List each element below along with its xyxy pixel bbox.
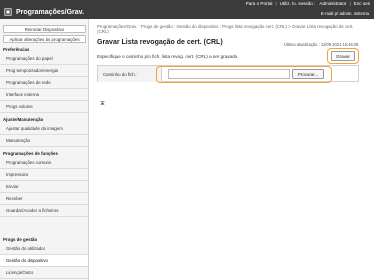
save-button[interactable]: Gravar [331, 51, 355, 61]
top-bar: Para o Portal | Utiliz. lo. sessão : Adm… [0, 0, 374, 19]
top-links: Para o Portal | Utiliz. lo. sessão : Adm… [246, 1, 370, 6]
instruction-text: Especifique o caminho p/o fich. lista re… [97, 54, 239, 59]
last-updated: Última atualização : 12/09 2021 16:46:28 [284, 42, 359, 47]
file-path-label: Caminho do fich. : [98, 66, 162, 82]
sidebar-header-management: Progs de gestão [3, 237, 38, 242]
session-user-label: Utiliz. lo. sessão : [279, 1, 316, 6]
sidebar-item-device-management[interactable]: Gestão do dispositivo [0, 255, 88, 267]
sidebar-item-external-interface[interactable]: Interface externa [0, 89, 88, 101]
back-to-top-icon[interactable] [100, 101, 105, 105]
logout-link[interactable]: Enc ses [354, 1, 370, 6]
app-title: Programações/Grav. [16, 8, 84, 16]
app-brand: Programações/Grav. [4, 8, 84, 16]
sidebar-item-maintenance[interactable]: Manutenção [0, 135, 88, 147]
browse-button[interactable]: Procurar... [292, 69, 324, 79]
file-path-row: Caminho do fich. : Procurar... [97, 65, 359, 83]
portal-link[interactable]: Para o Portal [246, 1, 273, 6]
sidebar-item-receive[interactable]: Receber [0, 193, 88, 205]
user-name: Administrator [319, 1, 347, 6]
page-title: Gravar Lista revogação de cert. (CRL) [97, 39, 223, 46]
separator: | [349, 1, 351, 6]
sidebar-item-user-management[interactable]: Gestão do utilizador [0, 243, 88, 255]
sidebar-header-function-settings: Programações de funções [3, 151, 58, 156]
apply-changes-button[interactable]: Aplicar alterações às programações [3, 35, 86, 43]
main-content: Programações/Grav. : Progs de gestão : G… [89, 19, 374, 280]
sidebar-header-adjustment: Ajuste/Manutenção [3, 117, 44, 122]
breadcrumb: Programações/Grav. : Progs de gestão : G… [97, 24, 354, 34]
sidebar-item-volume[interactable]: Progs volume [0, 101, 88, 113]
file-path-input[interactable] [168, 69, 290, 79]
sidebar-item-common-settings[interactable]: Programações comuns [0, 157, 88, 169]
sidebar-item-timer-energy[interactable]: Prog temporizador/energia [0, 65, 88, 77]
sidebar: Reiniciar Dispositivo Aplicar alterações… [0, 19, 89, 280]
sidebar-item-store-access-files[interactable]: Guardar/Aceder a ficheiros [0, 205, 88, 217]
settings-icon [4, 8, 12, 16]
sidebar-item-printer[interactable]: Impressora [0, 169, 88, 181]
sidebar-header-preferences: Preferências [3, 47, 30, 52]
sidebar-item-image-quality[interactable]: Ajustar qualidade da imagem [0, 123, 88, 135]
sidebar-item-send[interactable]: Enviar [0, 181, 88, 193]
separator: | [275, 1, 277, 6]
sidebar-item-license-other[interactable]: Licença/Outro [0, 267, 88, 279]
admin-mail-link[interactable]: E-mail p/ admin. sistema [321, 11, 369, 16]
sidebar-item-network-settings[interactable]: Programações de rede [0, 77, 88, 89]
restart-device-button[interactable]: Reiniciar Dispositivo [3, 25, 86, 33]
sidebar-item-paper-settings[interactable]: Programações do papel [0, 53, 88, 65]
